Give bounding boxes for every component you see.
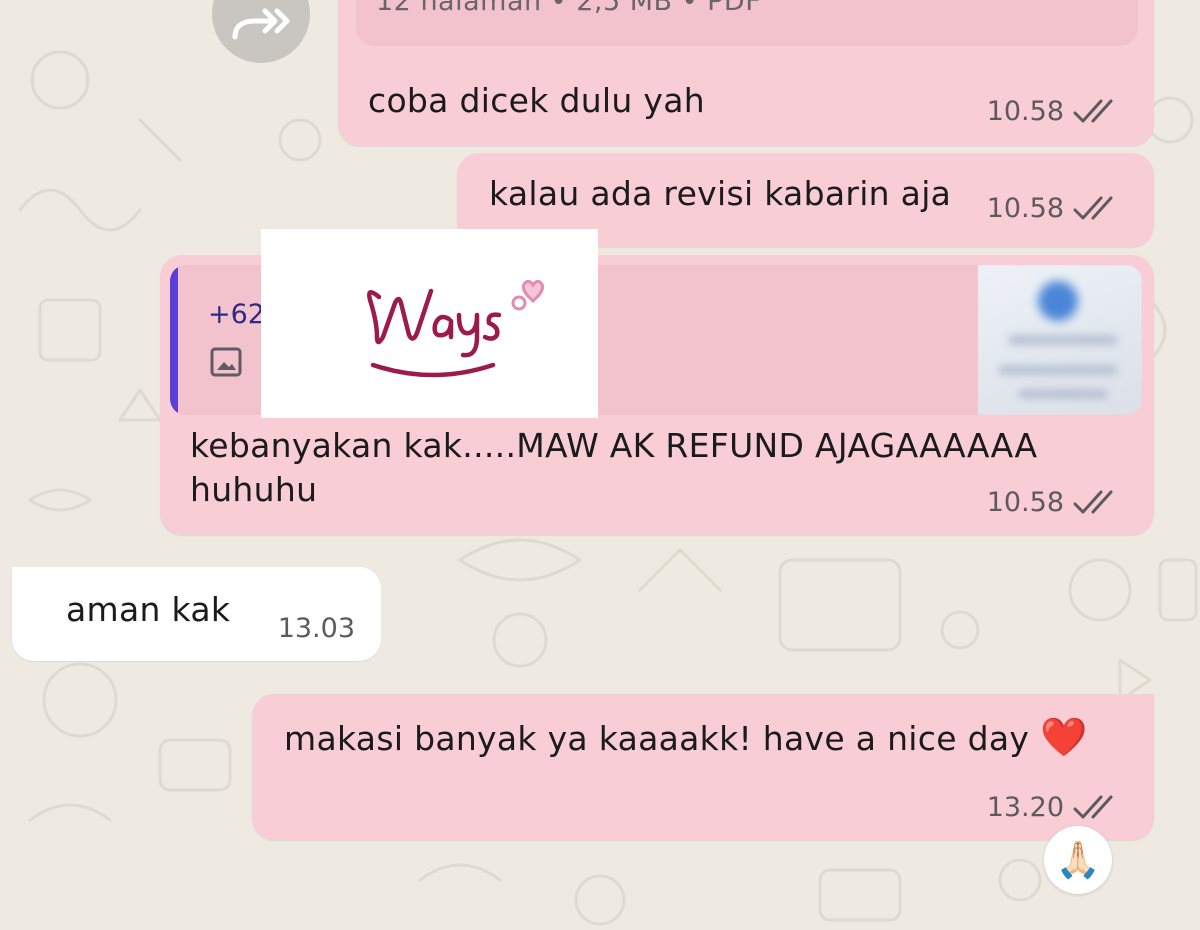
message-text: kalau ada revisi kabarin aja [489, 174, 952, 213]
double-check-icon [1073, 99, 1113, 122]
message-time: 10.58 [986, 193, 1064, 224]
thumbnail-blur [998, 365, 1118, 375]
quoted-image-thumbnail [978, 265, 1142, 415]
message-meta: 13.20 [987, 792, 1124, 823]
double-check-icon [1073, 795, 1113, 818]
double-check-icon [1073, 490, 1113, 513]
message-bubble-document[interactable]: 12 halaman • 2,5 MB • PDF coba dicek dul… [338, 0, 1154, 146]
thumbnail-blur [1018, 389, 1108, 399]
quote-accent-bar [170, 265, 178, 415]
message-text: coba dicek dulu yah [368, 81, 705, 120]
message-text: aman kak [66, 590, 231, 629]
message-bubble-incoming[interactable]: aman kak 13.03 [12, 567, 381, 661]
message-meta: 13.03 [278, 613, 355, 644]
message-text-line2: huhuhu [190, 470, 318, 509]
forward-icon [232, 8, 290, 40]
thumbnail-blur [1038, 281, 1078, 321]
message-text: makasi banyak ya kaaaakk! have a nice da… [284, 714, 1088, 762]
praying-hands-emoji: 🙏🏻 [1055, 840, 1101, 881]
photo-icon [210, 347, 242, 377]
document-card[interactable]: 12 halaman • 2,5 MB • PDF [356, 0, 1138, 46]
watermark-logo [261, 229, 598, 418]
reaction-badge[interactable]: 🙏🏻 [1044, 826, 1112, 894]
message-time: 13.20 [986, 792, 1064, 823]
message-meta: 10.58 [987, 193, 1124, 224]
message-meta: 10.58 [987, 487, 1124, 518]
message-bubble[interactable]: makasi banyak ya kaaaakk! have a nice da… [252, 694, 1154, 840]
thumbnail-blur [1008, 335, 1118, 345]
message-meta: 10.58 [987, 96, 1124, 127]
message-time: 10.58 [986, 96, 1064, 127]
message-text-line1: kebanyakan kak.....MAW AK REFUND AJAGAAA… [190, 426, 1038, 465]
quoted-sender: +62 [208, 299, 265, 330]
document-info: 12 halaman • 2,5 MB • PDF [376, 0, 762, 17]
message-text-body: makasi banyak ya kaaaakk! have a nice da… [284, 719, 1030, 758]
message-time: 10.58 [986, 487, 1064, 518]
double-check-icon [1073, 196, 1113, 219]
ways-logo [367, 279, 545, 378]
heart-emoji: ❤️ [1040, 715, 1088, 759]
message-time: 13.03 [277, 613, 355, 644]
